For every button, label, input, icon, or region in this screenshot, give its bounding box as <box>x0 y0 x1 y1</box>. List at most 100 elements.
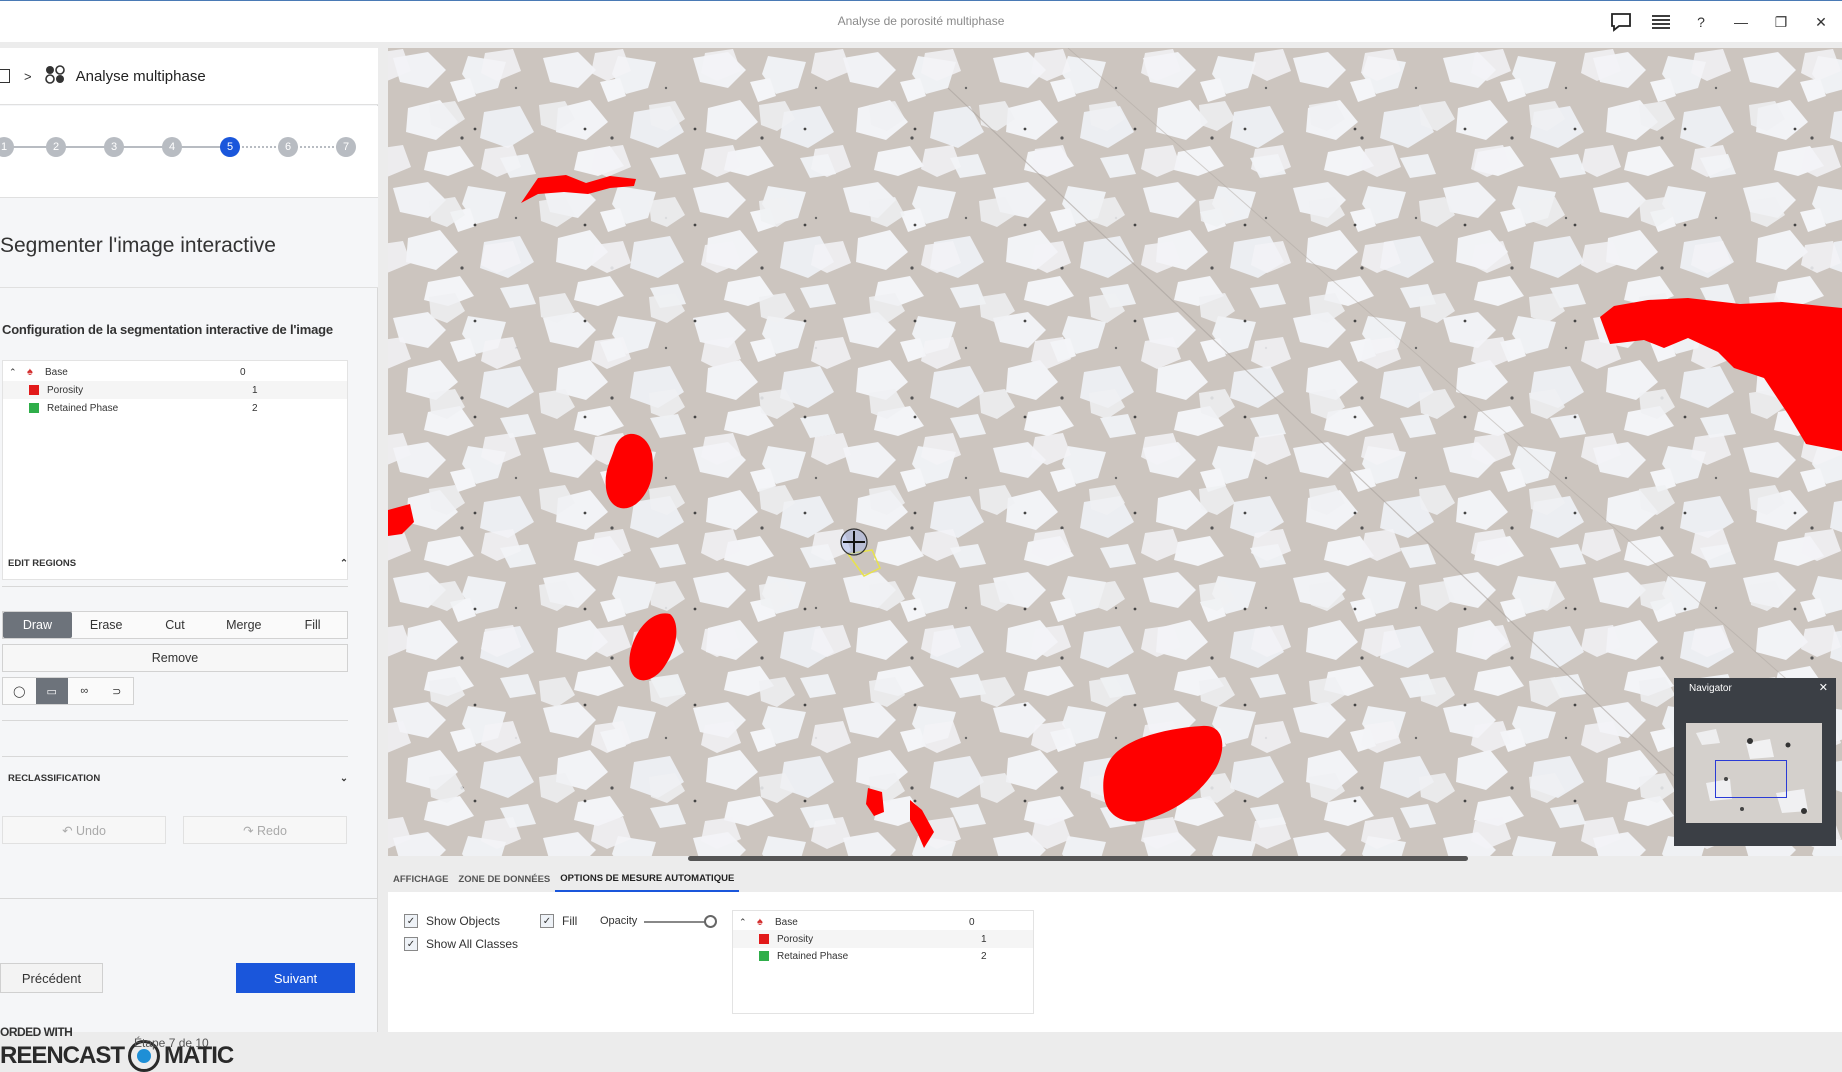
step-5[interactable]: 5 <box>220 137 240 157</box>
class-value: 0 <box>969 916 975 928</box>
class-row-porosity[interactable]: Porosity 1 <box>3 381 347 399</box>
menu-icon[interactable] <box>1648 9 1674 35</box>
navigator-panel: Navigator ✕ <box>1674 678 1836 846</box>
step-count: Étape 7 de 10 <box>134 1036 209 1050</box>
breadcrumb-label: Analyse multiphase <box>75 67 206 85</box>
page-title: Segmenter l'image interactive <box>0 234 276 257</box>
class-row-base[interactable]: ⌃ ♠ Base 0 <box>3 363 347 381</box>
erase-button[interactable]: Erase <box>72 612 141 638</box>
class-name: Retained Phase <box>777 950 849 962</box>
home-icon[interactable] <box>0 69 10 83</box>
class-name: Porosity <box>777 933 814 945</box>
redo-button[interactable]: ↷ Redo <box>183 816 347 844</box>
undo-button[interactable]: ↶ Undo <box>2 816 166 844</box>
chevron-down-icon[interactable]: ⌄ <box>340 773 348 784</box>
class-table-bottom: ⌃ ♠ Base 0 Porosity 1 Retained Phase 2 <box>732 910 1034 1014</box>
fill-checkbox[interactable]: ✓ Fill <box>540 914 577 928</box>
class-row-base[interactable]: ⌃ ♠ Base 0 <box>733 913 1033 931</box>
next-button[interactable]: Suivant <box>236 963 355 993</box>
fill-button[interactable]: Fill <box>278 612 347 638</box>
class-value: 1 <box>981 933 987 945</box>
step-2[interactable]: 2 <box>46 137 66 157</box>
divider <box>0 898 378 899</box>
porosity-swatch <box>29 385 39 395</box>
class-row-retained-phase[interactable]: Retained Phase 2 <box>3 399 347 417</box>
navigator-viewport[interactable] <box>1715 760 1787 798</box>
class-value: 2 <box>981 950 987 962</box>
polygon-icon[interactable]: ∞ <box>68 678 101 704</box>
left-panel: > Analyse multiphase 1 2 3 4 5 6 7 Segme… <box>0 48 378 1072</box>
class-row-retained-phase[interactable]: Retained Phase 2 <box>733 947 1033 965</box>
class-value: 2 <box>252 402 258 414</box>
lasso-icon[interactable]: ⊃ <box>101 678 134 704</box>
porosity-swatch <box>759 934 769 944</box>
title-bar: Analyse de porosité multiphase ? — ❐ ✕ <box>0 0 1842 42</box>
divider <box>2 586 348 587</box>
tab-zone-de-donnees[interactable]: ZONE DE DONNÉES <box>453 866 555 892</box>
show-all-classes-label: Show All Classes <box>426 937 519 951</box>
fill-label: Fill <box>562 914 578 928</box>
step-6[interactable]: 6 <box>278 137 298 157</box>
rectangle-icon[interactable]: ▭ <box>35 678 68 704</box>
tab-affichage[interactable]: AFFICHAGE <box>388 866 453 892</box>
shape-tools: ◯ ▭ ∞ ⊃ <box>2 677 134 705</box>
class-base-icon: ♠ <box>27 366 33 378</box>
divider <box>2 720 348 721</box>
breadcrumb-separator: > <box>24 68 32 84</box>
step-3[interactable]: 3 <box>104 137 124 157</box>
edit-regions-header[interactable]: EDIT REGIONS ⌃ <box>8 558 348 569</box>
breadcrumb: > Analyse multiphase <box>0 48 378 105</box>
checkbox-checked-icon[interactable]: ✓ <box>540 914 554 928</box>
chevron-up-icon[interactable]: ⌃ <box>340 558 348 569</box>
show-objects-checkbox[interactable]: ✓ Show Objects <box>404 914 500 928</box>
apps-icon <box>44 64 66 89</box>
checkbox-checked-icon[interactable]: ✓ <box>404 937 418 951</box>
chat-icon[interactable] <box>1608 9 1634 35</box>
divider <box>2 756 348 757</box>
retained-phase-swatch <box>759 951 769 961</box>
class-value: 0 <box>240 366 246 378</box>
draw-button[interactable]: Draw <box>3 612 72 638</box>
show-all-classes-checkbox[interactable]: ✓ Show All Classes <box>404 937 518 951</box>
close-icon[interactable]: ✕ <box>1819 681 1828 694</box>
image-viewer[interactable] <box>388 48 1842 856</box>
micrograph[interactable] <box>388 48 1842 856</box>
retained-phase-swatch <box>29 403 39 413</box>
merge-button[interactable]: Merge <box>209 612 278 638</box>
minimize-icon[interactable]: — <box>1728 9 1754 35</box>
checkbox-checked-icon[interactable]: ✓ <box>404 914 418 928</box>
window-title: Analyse de porosité multiphase <box>837 14 1005 28</box>
watermark-left: REENCAST <box>0 1042 125 1069</box>
step-4[interactable]: 4 <box>162 137 182 157</box>
config-label: Configuration de la segmentation interac… <box>2 322 333 337</box>
ellipse-icon[interactable]: ◯ <box>3 678 36 704</box>
remove-button[interactable]: Remove <box>2 644 348 672</box>
cut-button[interactable]: Cut <box>141 612 210 638</box>
options-panel: ✓ Show Objects ✓ Show All Classes ✓ Fill… <box>388 892 1842 1032</box>
horizontal-scrollbar[interactable] <box>688 856 1468 861</box>
class-base-icon: ♠ <box>757 916 763 928</box>
class-name: Base <box>45 366 68 378</box>
class-name: Base <box>775 916 798 928</box>
opacity-slider-handle[interactable] <box>704 915 717 928</box>
previous-button[interactable]: Précédent <box>0 963 103 993</box>
restore-icon[interactable]: ❐ <box>1768 9 1794 35</box>
edit-tools: Draw Erase Cut Merge Fill <box>2 611 348 639</box>
reclassification-header[interactable]: RECLASSIFICATION ⌄ <box>8 773 348 784</box>
help-icon[interactable]: ? <box>1688 9 1714 35</box>
collapse-icon[interactable]: ⌃ <box>9 367 23 378</box>
navigator-thumbnail[interactable] <box>1686 723 1822 823</box>
class-value: 1 <box>252 384 258 396</box>
class-name: Porosity <box>47 384 84 396</box>
collapse-icon[interactable]: ⌃ <box>739 917 753 928</box>
opacity-label: Opacity <box>600 915 638 927</box>
section-header: Segmenter l'image interactive <box>0 198 378 288</box>
navigator-title: Navigator <box>1689 683 1732 694</box>
bottom-tabs: AFFICHAGE ZONE DE DONNÉES OPTIONS DE MES… <box>388 866 1842 892</box>
close-icon[interactable]: ✕ <box>1808 9 1834 35</box>
opacity-slider[interactable] <box>644 921 708 923</box>
class-row-porosity[interactable]: Porosity 1 <box>733 930 1033 948</box>
edit-regions-label: EDIT REGIONS <box>8 558 77 569</box>
tab-options-mesure[interactable]: OPTIONS DE MESURE AUTOMATIQUE <box>555 866 740 892</box>
step-7[interactable]: 7 <box>336 137 356 157</box>
